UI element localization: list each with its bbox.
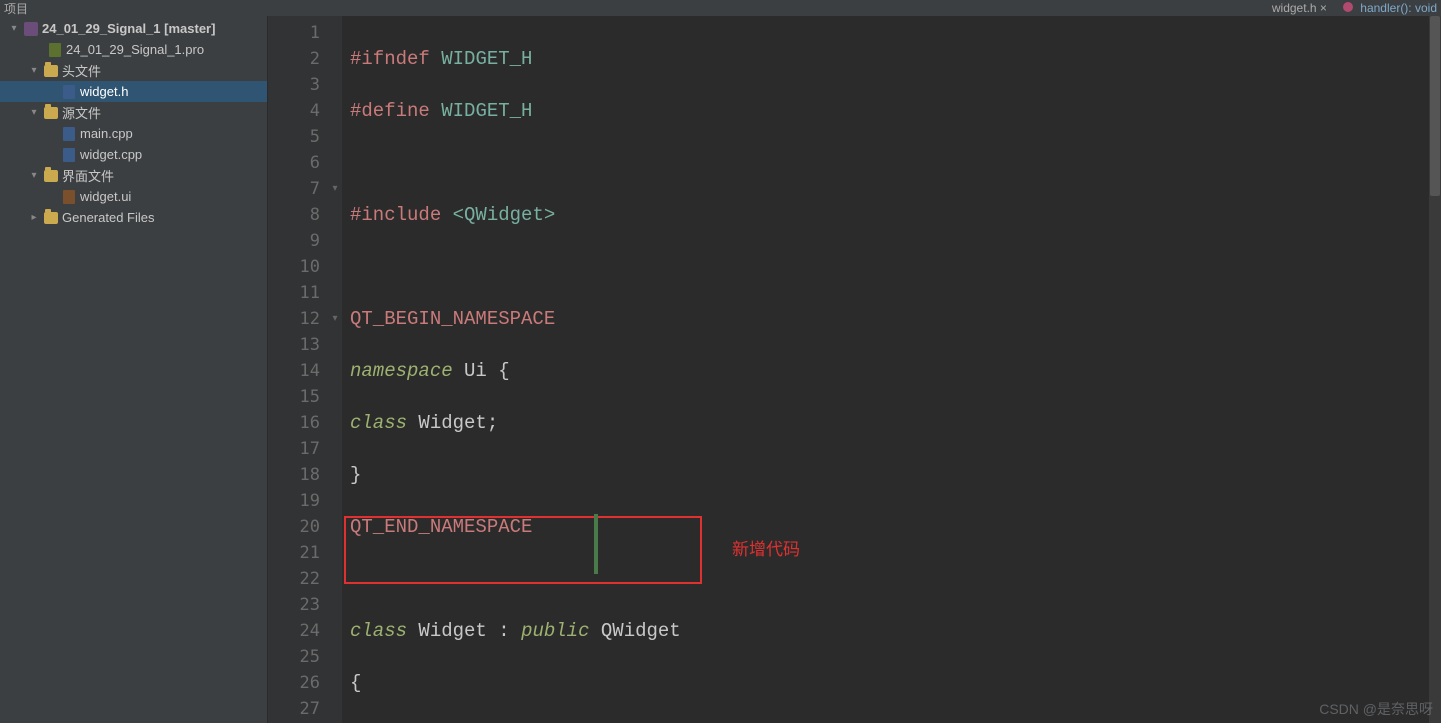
project-sidebar[interactable]: ▾ 24_01_29_Signal_1 [master] 24_01_29_Si… [0,16,268,723]
line-number: 11 [268,280,320,306]
tree-generated-folder[interactable]: ▸ Generated Files [0,207,267,228]
diff-indicator [594,514,598,574]
tree-project-root[interactable]: ▾ 24_01_29_Signal_1 [master] [0,18,267,39]
line-number: 10 [268,254,320,280]
cpp-file-icon [63,127,75,141]
folder-icon [44,170,58,182]
cpp-file-icon [63,148,75,162]
line-number: 27 [268,696,320,722]
line-number: 6 [268,150,320,176]
top-bar: 项目 widget.h × handler(): void [0,0,1441,16]
fold-marker-icon[interactable]: ▾ [328,176,342,202]
close-icon[interactable]: × [1320,1,1327,15]
tree-widget-h[interactable]: widget.h [0,81,267,102]
line-number: 13 [268,332,320,358]
annotation-label: 新增代码 [732,537,800,563]
line-number: 7 [268,176,320,202]
line-number: 15 [268,384,320,410]
line-number: 26 [268,670,320,696]
panel-title: 项目 [4,0,28,17]
breadcrumb[interactable]: handler(): void [1339,1,1437,15]
tree-ui-folder[interactable]: ▾ 界面文件 [0,165,267,186]
chevron-down-icon[interactable]: ▾ [8,23,20,34]
fold-column[interactable]: ▾ ▾ [328,16,342,723]
folder-icon [44,212,58,224]
member-icon [1343,2,1353,12]
line-number: 16 [268,410,320,436]
line-number: 4 [268,98,320,124]
folder-icon [44,65,58,77]
line-number: 1 [268,20,320,46]
vertical-scrollbar[interactable] [1429,16,1441,723]
line-number: 8 [268,202,320,228]
chevron-down-icon[interactable]: ▾ [28,65,40,76]
header-file-icon [63,85,75,99]
line-number: 12 [268,306,320,332]
chevron-right-icon[interactable]: ▸ [28,212,40,223]
line-number: 3 [268,72,320,98]
editor-tab-widget-h[interactable]: widget.h × [1272,1,1327,15]
ui-file-icon [63,190,75,204]
line-number: 23 [268,592,320,618]
line-number: 19 [268,488,320,514]
chevron-down-icon[interactable]: ▾ [28,107,40,118]
line-number: 20 [268,514,320,540]
tree-headers-folder[interactable]: ▾ 头文件 [0,60,267,81]
line-number: 21 [268,540,320,566]
chevron-down-icon[interactable]: ▾ [28,170,40,181]
line-number: 5 [268,124,320,150]
tree-main-cpp[interactable]: main.cpp [0,123,267,144]
project-icon [24,22,38,36]
tree-widget-ui[interactable]: widget.ui [0,186,267,207]
line-number: 25 [268,644,320,670]
pro-file-icon [49,43,61,57]
scroll-thumb[interactable] [1430,16,1440,196]
watermark: CSDN @是奈思呀 [1319,699,1433,719]
tree-sources-folder[interactable]: ▾ 源文件 [0,102,267,123]
line-number: 9 [268,228,320,254]
line-number: 24 [268,618,320,644]
line-number-gutter: 1234567891011121314151617181920212223242… [268,16,328,723]
fold-marker-icon[interactable]: ▾ [328,306,342,332]
editor-area: 1234567891011121314151617181920212223242… [268,16,1441,723]
line-number: 2 [268,46,320,72]
tree-widget-cpp[interactable]: widget.cpp [0,144,267,165]
code-editor[interactable]: #ifndef WIDGET_H #define WIDGET_H #inclu… [342,16,1441,723]
tree-pro-file[interactable]: 24_01_29_Signal_1.pro [0,39,267,60]
line-number: 17 [268,436,320,462]
line-number: 18 [268,462,320,488]
line-number: 14 [268,358,320,384]
line-number: 22 [268,566,320,592]
folder-icon [44,107,58,119]
